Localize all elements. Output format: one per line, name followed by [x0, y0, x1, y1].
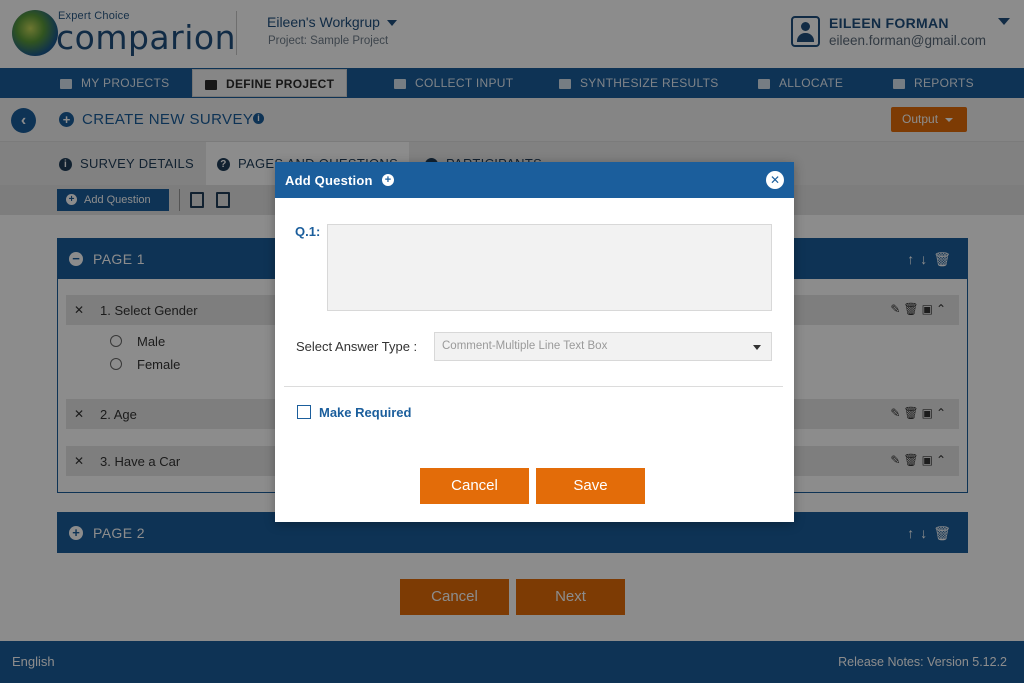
caret-down-icon [753, 345, 761, 350]
make-required-checkbox[interactable] [297, 405, 311, 419]
modal-save-button[interactable]: Save [536, 468, 645, 504]
answer-type-label: Select Answer Type : [296, 339, 418, 354]
question-text-input[interactable] [327, 224, 772, 311]
answer-type-value: Comment-Multiple Line Text Box [442, 340, 608, 352]
add-question-modal: Add Question + ✕ Q.1: Select Answer Type… [275, 162, 794, 522]
modal-divider [284, 386, 783, 387]
question-number-label: Q.1: [295, 224, 321, 239]
modal-header: Add Question + ✕ [275, 162, 794, 198]
close-icon[interactable]: ✕ [766, 171, 784, 189]
answer-type-select[interactable]: Comment-Multiple Line Text Box [434, 332, 772, 361]
make-required-label[interactable]: Make Required [319, 405, 411, 420]
modal-cancel-button[interactable]: Cancel [420, 468, 529, 504]
plus-circle-icon: + [382, 174, 394, 186]
modal-title: Add Question [285, 173, 373, 188]
